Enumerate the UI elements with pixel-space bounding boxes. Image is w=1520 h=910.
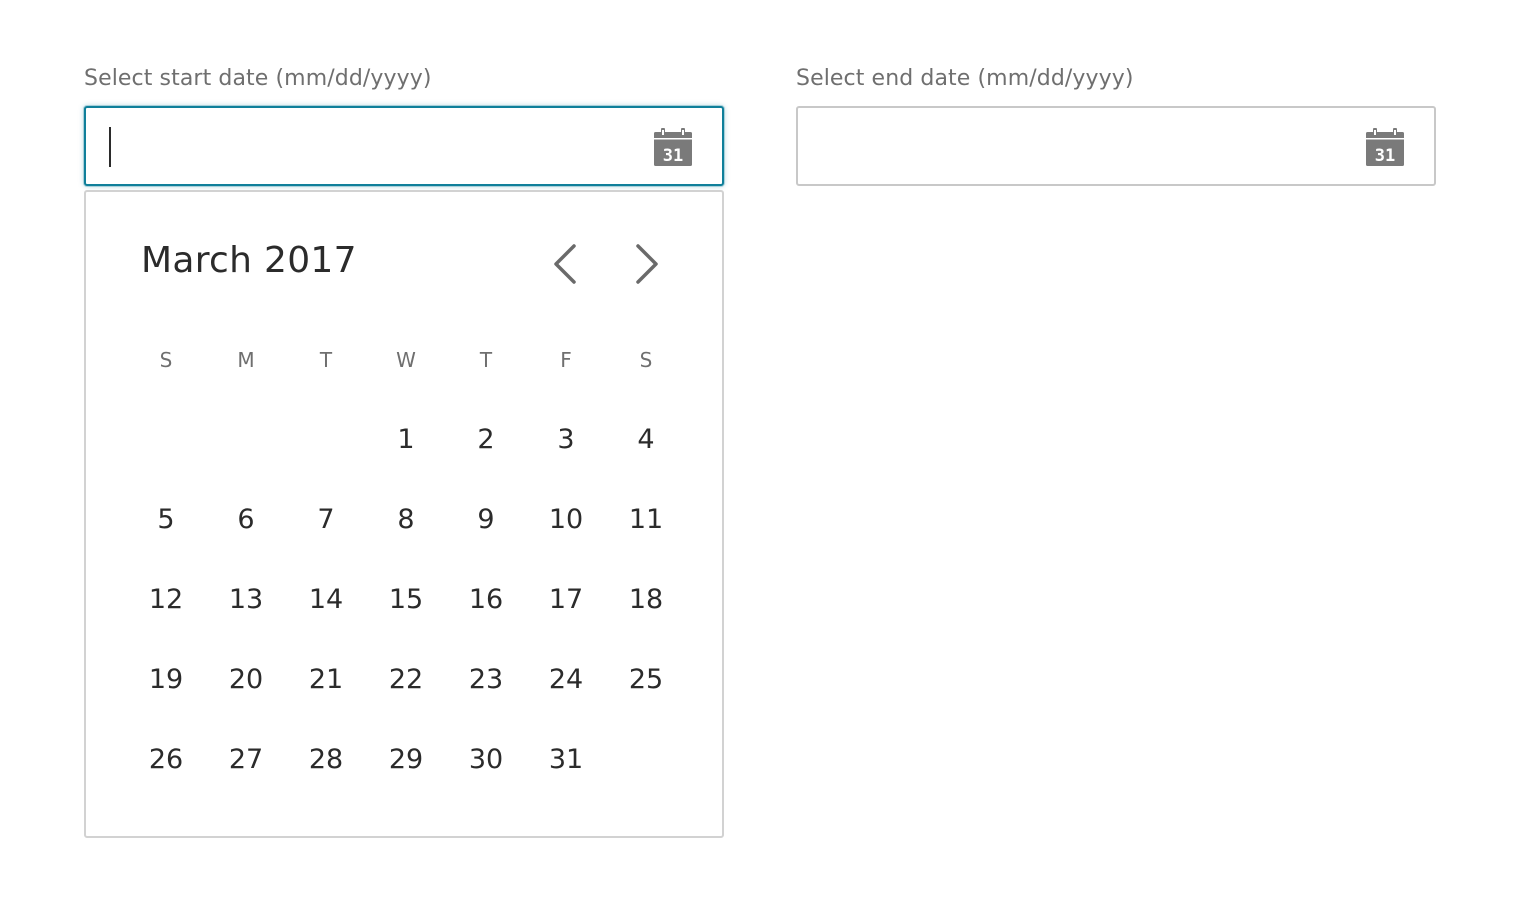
start-date-label: Select start date (mm/dd/yyyy) — [84, 66, 432, 91]
empty-day-cell — [206, 400, 286, 480]
day-cell[interactable]: 18 — [606, 560, 686, 640]
day-cell[interactable]: 9 — [446, 480, 526, 560]
text-cursor — [109, 127, 111, 167]
day-cell[interactable]: 24 — [526, 640, 606, 720]
weekday-header-row: S M T W T F S — [126, 320, 686, 400]
day-cell[interactable]: 7 — [286, 480, 366, 560]
start-date-input[interactable] — [86, 108, 626, 184]
day-cell[interactable]: 29 — [366, 720, 446, 800]
day-cell[interactable]: 16 — [446, 560, 526, 640]
weekday-label: W — [396, 348, 416, 372]
end-date-calendar-button[interactable]: 31 — [1366, 128, 1404, 166]
week-row: 1 2 3 4 — [126, 400, 686, 480]
day-cell[interactable]: 28 — [286, 720, 366, 800]
day-cell[interactable]: 27 — [206, 720, 286, 800]
day-cell[interactable]: 5 — [126, 480, 206, 560]
calendar-grid: S M T W T F S 1 2 3 4 5 6 7 8 9 10 11 12… — [126, 320, 686, 800]
calendar-icon-number: 31 — [1375, 146, 1395, 166]
calendar-icon: 31 — [654, 128, 692, 166]
weekday-label: S — [159, 348, 173, 372]
day-cell[interactable]: 3 — [526, 400, 606, 480]
week-row: 26 27 28 29 30 31 — [126, 720, 686, 800]
previous-month-button[interactable] — [546, 242, 586, 286]
day-cell[interactable]: 4 — [606, 400, 686, 480]
day-cell[interactable]: 2 — [446, 400, 526, 480]
week-row: 5 6 7 8 9 10 11 — [126, 480, 686, 560]
day-cell[interactable]: 20 — [206, 640, 286, 720]
empty-day-cell — [126, 400, 206, 480]
weekday-label: F — [560, 348, 572, 372]
day-cell[interactable]: 1 — [366, 400, 446, 480]
day-cell[interactable]: 17 — [526, 560, 606, 640]
day-cell[interactable]: 15 — [366, 560, 446, 640]
empty-day-cell — [286, 400, 366, 480]
start-date-input-wrapper[interactable]: 31 — [84, 106, 724, 186]
calendar-month-title: March 2017 — [141, 240, 357, 281]
day-cell[interactable]: 30 — [446, 720, 526, 800]
end-date-field: Select end date (mm/dd/yyyy) 31 — [796, 64, 1436, 186]
calendar-icon: 31 — [1366, 128, 1404, 166]
weekday-label: T — [319, 348, 333, 372]
end-date-label: Select end date (mm/dd/yyyy) — [796, 66, 1134, 91]
end-date-input-wrapper[interactable]: 31 — [796, 106, 1436, 186]
week-row: 12 13 14 15 16 17 18 — [126, 560, 686, 640]
weekday-label: T — [479, 348, 493, 372]
weekday-label: S — [639, 348, 653, 372]
day-cell[interactable]: 11 — [606, 480, 686, 560]
weekday-label: M — [237, 348, 255, 372]
day-cell[interactable]: 26 — [126, 720, 206, 800]
day-cell[interactable]: 13 — [206, 560, 286, 640]
start-date-calendar-button[interactable]: 31 — [654, 128, 692, 166]
day-cell[interactable]: 19 — [126, 640, 206, 720]
chevron-right-icon — [636, 244, 658, 284]
day-cell[interactable]: 6 — [206, 480, 286, 560]
week-row: 19 20 21 22 23 24 25 — [126, 640, 686, 720]
start-date-field: Select start date (mm/dd/yyyy) 31 — [84, 64, 724, 186]
next-month-button[interactable] — [626, 242, 666, 286]
day-cell[interactable]: 25 — [606, 640, 686, 720]
calendar-icon-number: 31 — [663, 146, 683, 166]
chevron-left-icon — [554, 244, 576, 284]
day-cell[interactable]: 23 — [446, 640, 526, 720]
day-cell[interactable]: 31 — [526, 720, 606, 800]
end-date-input[interactable] — [798, 108, 1338, 184]
day-cell[interactable]: 21 — [286, 640, 366, 720]
day-cell[interactable]: 12 — [126, 560, 206, 640]
day-cell[interactable]: 14 — [286, 560, 366, 640]
day-cell[interactable]: 22 — [366, 640, 446, 720]
empty-day-cell — [606, 720, 686, 800]
day-cell[interactable]: 10 — [526, 480, 606, 560]
day-cell[interactable]: 8 — [366, 480, 446, 560]
calendar-popup: March 2017 S M T W T F S 1 2 3 4 5 6 7 8… — [84, 190, 724, 838]
